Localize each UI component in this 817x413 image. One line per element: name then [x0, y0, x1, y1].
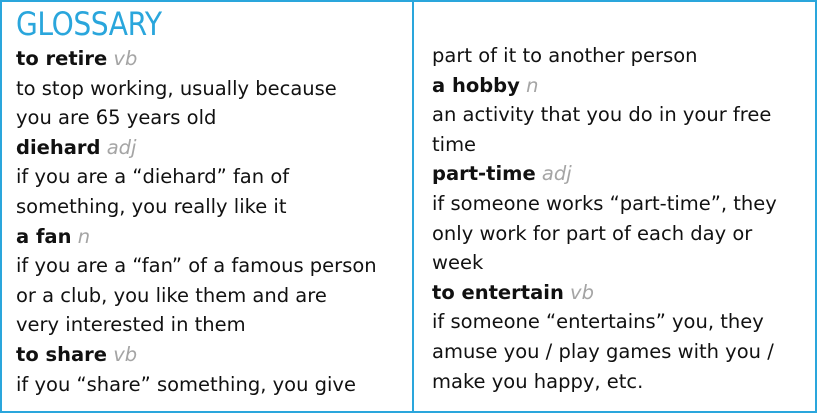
part-of-speech: vb — [113, 342, 138, 366]
part-of-speech: vb — [113, 47, 138, 70]
glossary-term: to entertain — [432, 280, 564, 304]
definition-line: if someone “entertains” you, they — [432, 310, 764, 334]
part-of-speech: adj — [541, 162, 572, 186]
definition-line: only work for part of each day or — [432, 221, 753, 245]
part-of-speech: n — [526, 73, 539, 97]
definition-line: make you happy, etc. — [432, 369, 644, 393]
glossary-term: to share — [16, 342, 107, 366]
definition-line: if you “share” something, you give — [16, 372, 356, 396]
definition-line: part of it to another person — [432, 44, 698, 67]
glossary-term: to retire — [16, 47, 108, 70]
definition-line: if you are a “fan” of a famous person — [16, 254, 377, 278]
glossary-term-line: part-time adj — [432, 159, 812, 189]
definition-line: amuse you / play games with you / — [432, 339, 774, 363]
glossary-term-line: diehard adj — [16, 133, 408, 163]
glossary-term-line: a hobby n — [432, 71, 812, 101]
definition-line: something, you really like it — [16, 194, 287, 218]
glossary-term: a hobby — [432, 73, 520, 97]
glossary-term: diehard — [16, 135, 101, 159]
glossary-term-line: to entertain vb — [432, 278, 812, 308]
definition-line: time — [432, 132, 477, 156]
definition-line: if you are a “diehard” fan of — [16, 165, 290, 189]
definition-line: to stop working, usually because — [16, 76, 337, 100]
definition-line: very interested in them — [16, 313, 246, 337]
definition-line: an activity that you do in your free — [432, 103, 772, 127]
glossary-term: a fan — [16, 224, 72, 248]
definition-line: week — [432, 251, 484, 275]
definition-line: you are 65 years old — [16, 106, 217, 130]
definition-line: or a club, you like them and are — [16, 283, 327, 307]
glossary-title: GLOSSARY — [16, 5, 162, 43]
part-of-speech: n — [77, 224, 91, 248]
glossary-right-column: part of it to another person a hobby n a… — [432, 41, 812, 396]
part-of-speech: vb — [570, 280, 594, 304]
glossary-term-line: to retire vb — [16, 44, 408, 74]
definition-line: if someone works “part-time”, they — [432, 191, 777, 215]
glossary-term-line: a fan n — [16, 222, 408, 252]
glossary-term-line: to share vb — [16, 340, 408, 370]
part-of-speech: adj — [106, 135, 137, 159]
glossary-term: part-time — [432, 162, 536, 186]
glossary-left-column: to retire vb to stop working, usually be… — [16, 44, 408, 399]
column-divider — [412, 0, 414, 413]
